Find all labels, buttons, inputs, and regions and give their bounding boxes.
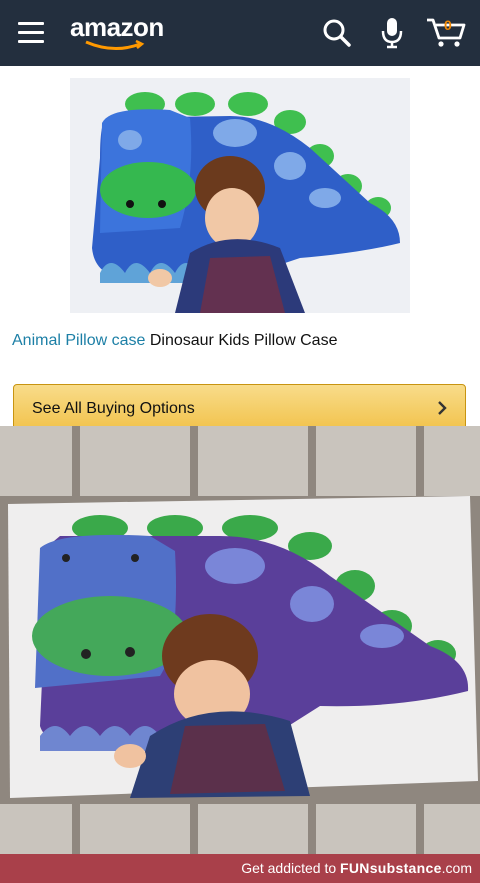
search-icon[interactable] xyxy=(322,18,352,48)
logo-smile-icon xyxy=(85,40,145,50)
watermark-brand: FUNsubstance xyxy=(340,860,442,876)
cart-count-badge: 0 xyxy=(444,17,452,33)
buy-button-label: See All Buying Options xyxy=(32,400,195,417)
watermark-text: Get addicted to FUNsubstance.com xyxy=(241,860,472,876)
see-all-buying-options-button[interactable]: See All Buying Options xyxy=(13,384,466,430)
product-category-link[interactable]: Animal Pillow case xyxy=(12,332,145,349)
chevron-right-icon xyxy=(438,401,447,415)
amazon-logo[interactable]: amazon xyxy=(70,12,164,50)
logo-text: amazon xyxy=(70,12,164,42)
received-pillowcase-photo xyxy=(0,426,480,854)
tile-floor-pillowcase-photo xyxy=(0,426,480,854)
watermark-prefix: Get addicted to xyxy=(241,860,341,876)
product-photo-dinosaur-pillow xyxy=(70,78,410,313)
watermark-suffix: .com xyxy=(441,860,472,876)
product-title: Animal Pillow case Dinosaur Kids Pillow … xyxy=(12,330,472,352)
hamburger-menu-icon[interactable] xyxy=(18,22,44,44)
top-navigation-bar: amazon 0 xyxy=(0,0,480,66)
product-image[interactable] xyxy=(70,78,410,313)
watermark-footer: Get addicted to FUNsubstance.com xyxy=(0,854,480,883)
microphone-icon[interactable] xyxy=(380,16,404,50)
product-title-text: Dinosaur Kids Pillow Case xyxy=(145,332,338,349)
